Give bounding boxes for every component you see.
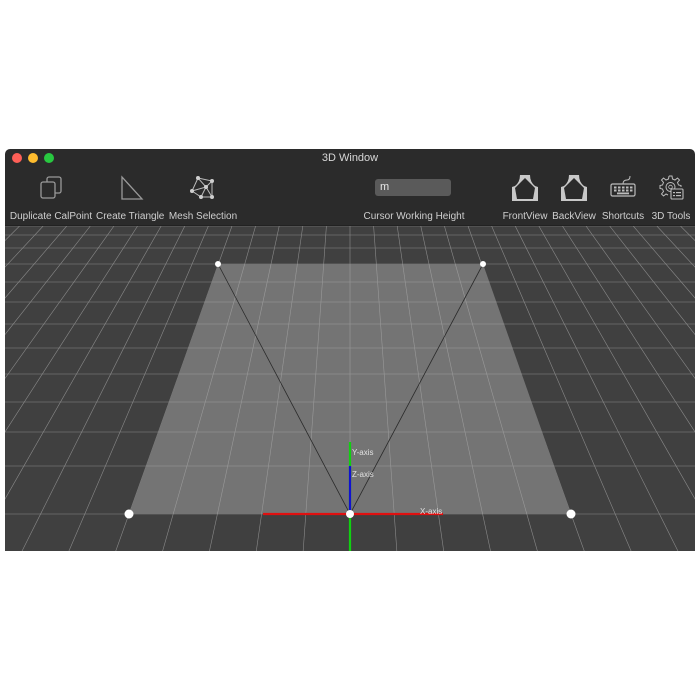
front-view-label: FrontView bbox=[502, 211, 548, 222]
z-axis-label: Z-axis bbox=[352, 470, 374, 479]
duplicate-icon bbox=[40, 176, 62, 199]
create-triangle-label: Create Triangle bbox=[96, 211, 165, 222]
shortcuts-label: Shortcuts bbox=[601, 211, 645, 222]
x-axis-label: X-axis bbox=[420, 507, 442, 516]
back-view-button[interactable]: BackView bbox=[551, 167, 597, 225]
cursor-working-height-group: Cursor Working Height bbox=[355, 167, 473, 225]
duplicate-calpoint-button[interactable]: Duplicate CalPoint bbox=[9, 167, 93, 225]
toolbar: Duplicate CalPoint Create Triangle Mesh … bbox=[5, 167, 695, 225]
keyboard-icon bbox=[610, 175, 636, 197]
shortcuts-button[interactable]: Shortcuts bbox=[599, 167, 647, 225]
gear-tools-icon bbox=[659, 175, 684, 200]
title-bar: 3D Window bbox=[5, 149, 695, 167]
create-triangle-button[interactable]: Create Triangle bbox=[96, 167, 164, 225]
mesh-selection-label: Mesh Selection bbox=[168, 211, 238, 222]
scene-canvas[interactable]: Y-axis Z-axis X-axis bbox=[5, 226, 695, 551]
back-view-label: BackView bbox=[552, 211, 596, 222]
mesh-selection-button[interactable]: Mesh Selection bbox=[168, 167, 238, 225]
3d-viewport[interactable]: Y-axis Z-axis X-axis bbox=[5, 225, 695, 551]
y-axis-label: Y-axis bbox=[352, 448, 374, 457]
vertex-front-left[interactable] bbox=[124, 509, 134, 519]
mesh-icon bbox=[190, 176, 214, 199]
front-view-icon bbox=[512, 175, 538, 201]
vertex-back-right[interactable] bbox=[480, 261, 486, 267]
window-title: 3D Window bbox=[321, 152, 379, 164]
triangle-icon bbox=[121, 175, 144, 200]
3d-tools-label: 3D Tools bbox=[651, 211, 691, 222]
vertex-front-right[interactable] bbox=[566, 509, 576, 519]
3d-tools-button[interactable]: 3D Tools bbox=[649, 167, 693, 225]
back-view-icon bbox=[561, 175, 587, 201]
3d-window: 3D Window Duplicate CalPoint Create Tria… bbox=[5, 149, 695, 551]
vertex-origin[interactable] bbox=[346, 510, 354, 518]
front-view-button[interactable]: FrontView bbox=[501, 167, 549, 225]
vertex-back-left[interactable] bbox=[215, 261, 221, 267]
cursor-working-height-label: Cursor Working Height bbox=[363, 211, 465, 222]
duplicate-calpoint-label: Duplicate CalPoint bbox=[9, 211, 93, 222]
